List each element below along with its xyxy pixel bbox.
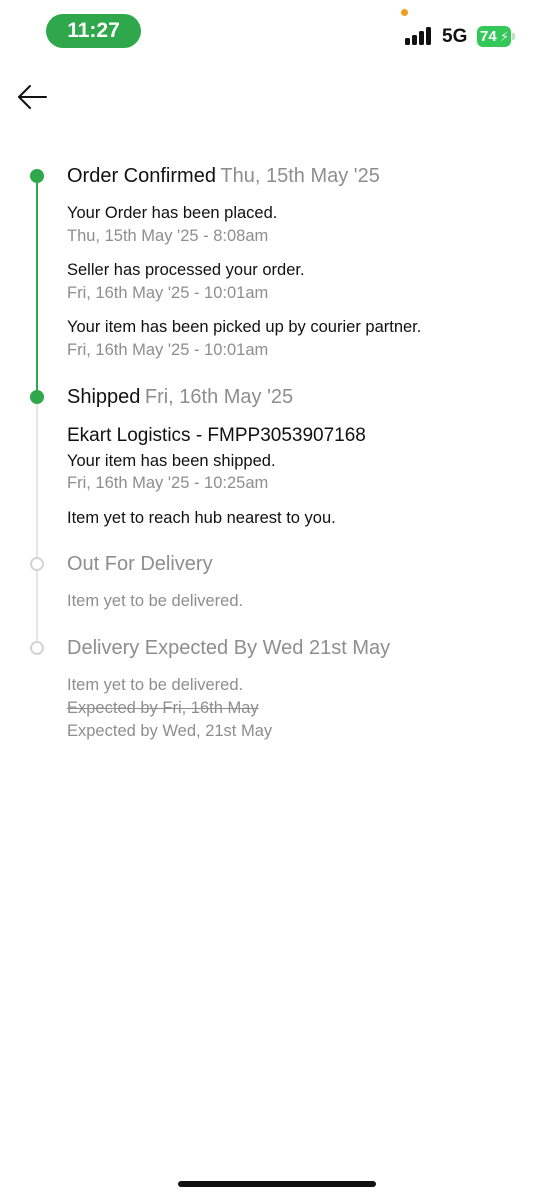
stage-title: Shipped xyxy=(67,386,141,408)
event-text: Your item has been picked up by courier … xyxy=(67,318,422,336)
stage-date: Fri, 16th May '25 xyxy=(144,386,294,408)
back-button[interactable] xyxy=(14,80,52,114)
timeline-node-out-for-delivery xyxy=(30,557,44,571)
timeline-node-shipped xyxy=(30,390,44,404)
timeline-line-pending xyxy=(36,398,38,649)
status-bar: 11:27 5G 74 ⚡ xyxy=(0,0,554,64)
battery-icon: 74 ⚡ xyxy=(477,26,511,47)
arrow-left-icon xyxy=(18,85,47,109)
old-expected-date: Expected by Fri, 16th May xyxy=(67,699,259,717)
charging-bolt-icon: ⚡ xyxy=(499,29,509,44)
stage-shipped-header: Shipped Fri, 16th May '25 xyxy=(67,385,293,409)
delivery-note: Item yet to be delivered. xyxy=(67,676,244,694)
stage-date: Thu, 15th May '25 xyxy=(220,165,380,187)
battery-cap xyxy=(512,33,515,40)
courier-tracking-id[interactable]: Ekart Logistics - FMPP3053907168 xyxy=(67,424,366,448)
timeline-node-delivery xyxy=(30,641,44,655)
cellular-signal-icon xyxy=(405,27,435,45)
out-for-delivery-note: Item yet to be delivered. xyxy=(67,592,244,610)
stage-title: Order Confirmed xyxy=(67,165,216,187)
event-time: Thu, 15th May '25 - 8:08am xyxy=(67,227,269,245)
shipped-note: Item yet to reach hub nearest to you. xyxy=(67,509,336,527)
stage-confirmed-header: Order Confirmed Thu, 15th May '25 xyxy=(67,164,380,188)
event-text: Your Order has been placed. xyxy=(67,204,278,222)
event-time: Fri, 16th May '25 - 10:25am xyxy=(67,474,269,492)
event-text: Seller has processed your order. xyxy=(67,261,305,279)
battery-level: 74 xyxy=(480,28,497,45)
event-text: Your item has been shipped. xyxy=(67,452,276,470)
privacy-indicator-dot xyxy=(401,9,408,16)
stage-out-for-delivery-title: Out For Delivery xyxy=(67,553,213,575)
new-expected-date: Expected by Wed, 21st May xyxy=(67,722,273,740)
timeline-node-confirmed xyxy=(30,169,44,183)
network-type: 5G xyxy=(442,26,468,47)
event-time: Fri, 16th May '25 - 10:01am xyxy=(67,341,269,359)
home-indicator[interactable] xyxy=(178,1181,376,1187)
event-time: Fri, 16th May '25 - 10:01am xyxy=(67,284,269,302)
status-time: 11:27 xyxy=(46,14,141,48)
timeline-line-completed xyxy=(36,176,38,398)
stage-delivery-title: Delivery Expected By Wed 21st May xyxy=(67,637,391,659)
